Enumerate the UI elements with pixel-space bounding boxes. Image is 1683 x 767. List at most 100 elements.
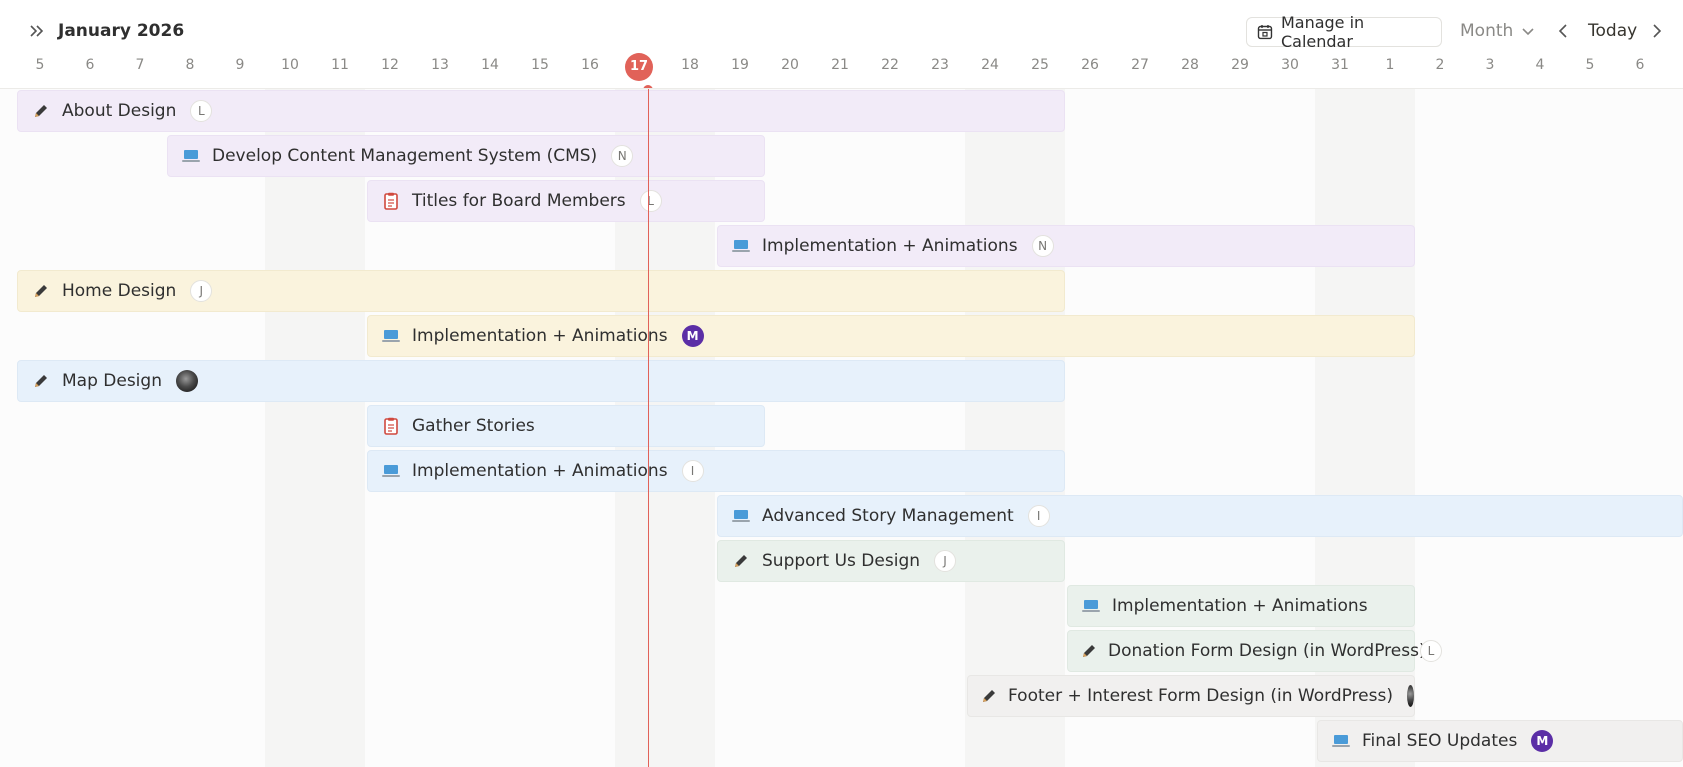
pencil-icon bbox=[30, 280, 52, 302]
day-label: 21 bbox=[831, 57, 849, 73]
assignee-avatar[interactable]: L bbox=[639, 190, 662, 212]
day-label: 20 bbox=[781, 57, 799, 73]
assignee-avatar[interactable]: J bbox=[190, 280, 213, 302]
day-label: 18 bbox=[681, 57, 699, 73]
previous-period-button[interactable] bbox=[1556, 22, 1570, 44]
laptop-icon bbox=[380, 460, 402, 482]
assignee-avatar[interactable]: I bbox=[681, 460, 704, 482]
day-label: 1 bbox=[1385, 57, 1395, 73]
manage-in-calendar-label: Manage in Calendar bbox=[1280, 13, 1365, 51]
day-label: 27 bbox=[1131, 57, 1149, 73]
weekend-column bbox=[265, 89, 365, 767]
task-bar[interactable]: Implementation + Animations M bbox=[367, 315, 1415, 357]
task-bar[interactable]: Develop Content Management System (CMS) … bbox=[167, 135, 765, 177]
assignee-avatar[interactable]: N bbox=[611, 145, 634, 167]
manage-in-calendar-button[interactable]: Manage in Calendar bbox=[1246, 13, 1442, 51]
laptop-icon bbox=[730, 235, 752, 257]
assignee-avatar[interactable]: L bbox=[1420, 640, 1442, 662]
task-label: Titles for Board Members bbox=[412, 191, 626, 211]
assignee-avatar[interactable]: I bbox=[1027, 505, 1050, 527]
assignee-avatar[interactable]: L bbox=[190, 100, 213, 122]
day-label: 8 bbox=[185, 57, 195, 73]
task-bar[interactable]: Map Design bbox=[17, 360, 1065, 402]
day-label: 6 bbox=[85, 57, 95, 73]
view-select[interactable]: Month bbox=[1460, 21, 1535, 41]
pencil-icon bbox=[30, 100, 52, 122]
laptop-icon bbox=[730, 505, 752, 527]
day-label: 13 bbox=[431, 57, 449, 73]
day-label: 31 bbox=[1331, 57, 1349, 73]
day-label: 15 bbox=[531, 57, 549, 73]
chevron-left-icon bbox=[1558, 24, 1567, 38]
timeline-grid: About Design L Develop Content Managemen… bbox=[0, 88, 1683, 767]
today-line bbox=[648, 89, 649, 767]
assignee-avatar[interactable]: N bbox=[1031, 235, 1054, 257]
day-label: 28 bbox=[1181, 57, 1199, 73]
task-bar[interactable]: Implementation + Animations bbox=[1067, 585, 1415, 627]
view-select-label: Month bbox=[1460, 21, 1514, 41]
task-label: About Design bbox=[62, 101, 177, 121]
timeline-header: January 2026 Manage in Calendar Month To… bbox=[0, 0, 1683, 95]
assignee-avatar[interactable]: M bbox=[1531, 730, 1554, 752]
chevron-down-icon bbox=[1522, 28, 1534, 36]
month-title: January 2026 bbox=[58, 21, 185, 41]
task-bar[interactable]: Titles for Board Members L bbox=[367, 180, 765, 222]
task-label: Donation Form Design (in WordPress) bbox=[1108, 641, 1426, 661]
laptop-icon bbox=[1080, 595, 1102, 617]
pencil-icon bbox=[1080, 640, 1098, 662]
day-label: 29 bbox=[1231, 57, 1249, 73]
task-label: Implementation + Animations bbox=[412, 326, 668, 346]
pencil-icon bbox=[730, 550, 752, 572]
chevron-right-icon bbox=[1653, 24, 1662, 38]
laptop-icon bbox=[380, 325, 402, 347]
calendar-icon bbox=[1257, 25, 1273, 40]
day-label: 25 bbox=[1031, 57, 1049, 73]
photo-avatar[interactable] bbox=[1406, 685, 1414, 707]
task-label: Final SEO Updates bbox=[1362, 731, 1518, 751]
task-bar[interactable]: Implementation + Animations N bbox=[717, 225, 1415, 267]
task-label: Gather Stories bbox=[412, 416, 535, 436]
task-label: Implementation + Animations bbox=[412, 461, 668, 481]
day-label: 26 bbox=[1081, 57, 1099, 73]
task-label: Footer + Interest Form Design (in WordPr… bbox=[1008, 686, 1393, 706]
day-label: 24 bbox=[981, 57, 999, 73]
clipboard-icon bbox=[380, 415, 402, 437]
pencil-icon bbox=[30, 370, 52, 392]
task-label: Develop Content Management System (CMS) bbox=[212, 146, 598, 166]
day-label: 5 bbox=[1585, 57, 1595, 73]
laptop-icon bbox=[180, 145, 202, 167]
task-bar[interactable]: Gather Stories bbox=[367, 405, 765, 447]
day-label: 9 bbox=[235, 57, 245, 73]
day-label: 3 bbox=[1485, 57, 1495, 73]
clipboard-icon bbox=[380, 190, 402, 212]
task-bar[interactable]: Implementation + Animations I bbox=[367, 450, 1065, 492]
weekend-column bbox=[965, 89, 1065, 767]
task-label: Home Design bbox=[62, 281, 177, 301]
day-label: 4 bbox=[1535, 57, 1545, 73]
task-bar[interactable]: Support Us Design J bbox=[717, 540, 1065, 582]
day-label: 6 bbox=[1635, 57, 1645, 73]
assignee-avatar[interactable]: J bbox=[934, 550, 957, 572]
next-period-button[interactable] bbox=[1650, 22, 1664, 44]
day-label: 14 bbox=[481, 57, 499, 73]
task-bar[interactable]: Donation Form Design (in WordPress) bbox=[1067, 630, 1426, 672]
day-label: 16 bbox=[581, 57, 599, 73]
pencil-icon bbox=[980, 685, 998, 707]
task-bar[interactable]: About Design L bbox=[17, 90, 1065, 132]
day-label: 10 bbox=[281, 57, 299, 73]
photo-avatar[interactable] bbox=[175, 370, 198, 392]
task-bar[interactable]: Advanced Story Management I bbox=[717, 495, 1683, 537]
task-label: Support Us Design bbox=[762, 551, 921, 571]
task-bar[interactable]: Home Design J bbox=[17, 270, 1065, 312]
task-bar[interactable]: Final SEO Updates M bbox=[1317, 720, 1683, 762]
day-label: 12 bbox=[381, 57, 399, 73]
task-label: Advanced Story Management bbox=[762, 506, 1014, 526]
today-button[interactable]: Today bbox=[1588, 21, 1637, 41]
task-label: Implementation + Animations bbox=[762, 236, 1018, 256]
task-bar[interactable]: Footer + Interest Form Design (in WordPr… bbox=[967, 675, 1415, 717]
day-label: 5 bbox=[35, 57, 45, 73]
assignee-avatar[interactable]: M bbox=[681, 325, 704, 347]
expand-sidebar-icon[interactable] bbox=[28, 22, 50, 42]
day-label: 11 bbox=[331, 57, 349, 73]
day-label: 22 bbox=[881, 57, 899, 73]
